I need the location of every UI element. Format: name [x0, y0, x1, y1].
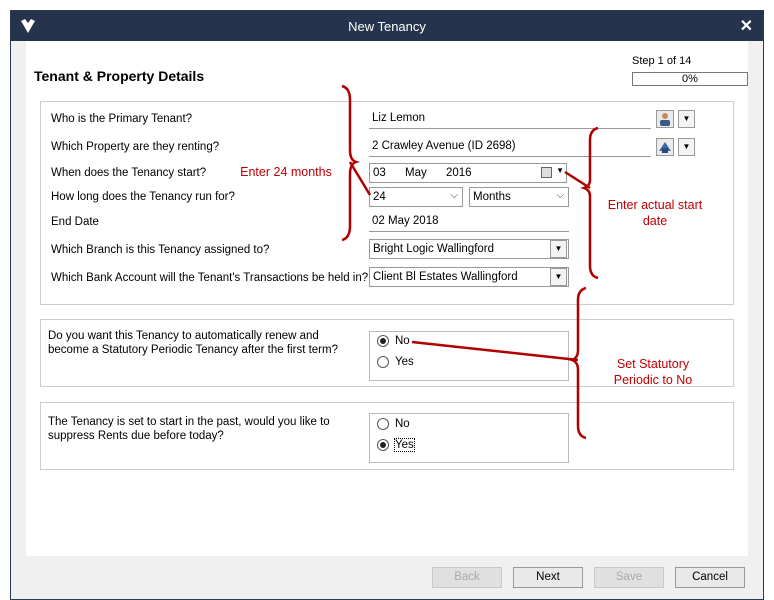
- renew-no-label: No: [395, 335, 410, 347]
- start-date-field[interactable]: 03 May 2016 ▼: [369, 163, 567, 183]
- property-dropdown-button[interactable]: ▼: [678, 138, 695, 156]
- save-button[interactable]: Save: [594, 567, 664, 588]
- radio-selected-icon: [377, 335, 389, 347]
- property-lookup-icon[interactable]: [656, 138, 674, 156]
- start-date-label: When does the Tenancy start?: [51, 167, 207, 179]
- branch-label: Which Branch is this Tenancy assigned to…: [51, 244, 270, 256]
- cancel-button[interactable]: Cancel: [675, 567, 745, 588]
- branch-dropdown-button[interactable]: ▼: [550, 240, 567, 258]
- window-title: New Tenancy: [348, 19, 426, 34]
- duration-label: How long does the Tenancy run for?: [51, 191, 235, 203]
- next-button[interactable]: Next: [513, 567, 583, 588]
- bank-account-select[interactable]: Client Bl Estates Wallingford: [369, 267, 569, 287]
- duration-value-select[interactable]: 24 ⌵: [369, 187, 463, 207]
- page-title: Tenant & Property Details: [34, 68, 205, 84]
- tenant-lookup-icon[interactable]: [656, 110, 674, 128]
- primary-tenant-label: Who is the Primary Tenant?: [51, 113, 193, 125]
- annotation-statutory: Set Statutory Periodic to No: [613, 357, 693, 387]
- progress-bar: 0%: [632, 72, 748, 86]
- suppress-no-radio[interactable]: No: [377, 418, 410, 430]
- branch-select[interactable]: Bright Logic Wallingford: [369, 239, 569, 259]
- back-button[interactable]: Back: [432, 567, 502, 588]
- duration-unit: Months: [473, 191, 511, 203]
- bank-dropdown-button[interactable]: ▼: [550, 268, 567, 286]
- renew-yes-radio[interactable]: Yes: [377, 356, 414, 368]
- end-date-label: End Date: [51, 216, 99, 228]
- end-date-field: 02 May 2018: [369, 212, 569, 232]
- dialog-window: New Tenancy ✕ Tenant & Property Details …: [10, 10, 764, 600]
- duration-value: 24: [373, 191, 386, 203]
- chevron-down-icon: ⌵: [556, 190, 564, 201]
- close-icon[interactable]: ✕: [740, 16, 753, 36]
- suppress-no-label: No: [395, 418, 410, 430]
- duration-unit-select[interactable]: Months ⌵: [469, 187, 569, 207]
- annotation-start-date: Enter actual start date: [607, 198, 703, 228]
- start-month: May: [405, 167, 427, 179]
- bank-account-value: Client Bl Estates Wallingford: [373, 271, 518, 283]
- suppress-yes-label: Yes: [394, 438, 415, 452]
- title-bar: New Tenancy ✕: [11, 11, 763, 41]
- annotation-months: Enter 24 months: [240, 165, 332, 179]
- calendar-icon[interactable]: [541, 167, 552, 178]
- suppress-question: The Tenancy is set to start in the past,…: [48, 416, 330, 442]
- property-label: Which Property are they renting?: [51, 141, 220, 153]
- renew-question: Do you want this Tenancy to automaticall…: [48, 330, 338, 356]
- suppress-yes-radio[interactable]: Yes: [377, 438, 415, 452]
- radio-selected-icon: [377, 439, 389, 451]
- radio-unselected-icon: [377, 356, 389, 368]
- primary-tenant-field[interactable]: Liz Lemon: [369, 109, 651, 129]
- content-area: Tenant & Property Details Step 1 of 14 0…: [26, 41, 748, 556]
- branch-value: Bright Logic Wallingford: [373, 243, 495, 255]
- radio-unselected-icon: [377, 418, 389, 430]
- calendar-dropdown-icon[interactable]: ▼: [556, 166, 564, 175]
- bank-account-label: Which Bank Account will the Tenant's Tra…: [51, 272, 369, 284]
- tenant-dropdown-button[interactable]: ▼: [678, 110, 695, 128]
- renew-yes-label: Yes: [395, 356, 414, 368]
- step-indicator: Step 1 of 14: [632, 55, 692, 67]
- property-field[interactable]: 2 Crawley Avenue (ID 2698): [369, 137, 651, 157]
- start-day: 03: [373, 167, 386, 179]
- renew-no-radio[interactable]: No: [377, 335, 410, 347]
- start-year: 2016: [445, 167, 472, 179]
- chevron-down-icon: ⌵: [450, 190, 458, 201]
